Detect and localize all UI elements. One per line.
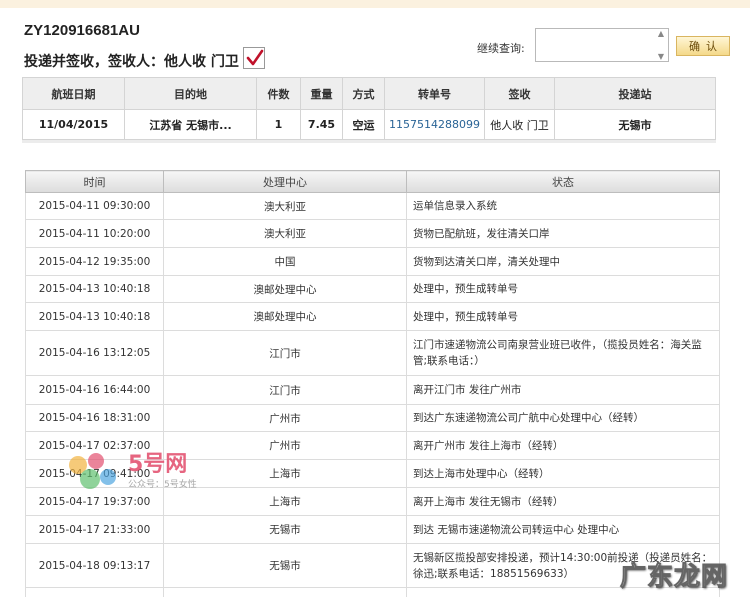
row-center: 澳邮处理中心 bbox=[163, 275, 407, 303]
row-status: 离开广州市 发往上海市（经转） bbox=[406, 431, 720, 460]
column-header: 转单号 bbox=[384, 77, 485, 110]
top-strip bbox=[0, 0, 750, 8]
row-time: 2015-04-11 10:20:00 bbox=[25, 219, 164, 248]
query-label: 继续查询: bbox=[477, 42, 525, 55]
piece-count: 1 bbox=[256, 109, 301, 140]
row-center: 上海市 bbox=[163, 459, 407, 488]
row-status: 离开江门市 发往广州市 bbox=[406, 375, 720, 405]
chevron-up-icon[interactable]: ▲ bbox=[658, 29, 664, 38]
column-header: 方式 bbox=[342, 77, 385, 110]
row-time: 2015-04-16 16:44:00 bbox=[25, 375, 164, 405]
table-row: 2015-04-11 10:20:00 澳大利亚 货物已配航班，发往清关口岸 bbox=[25, 219, 720, 248]
row-center: 无锡市 bbox=[163, 543, 407, 588]
table-row bbox=[25, 587, 720, 597]
trace-table: 时间 处理中心 状态 2015-04-11 09:30:00 澳大利亚 运单信息… bbox=[25, 170, 720, 597]
watermark-gdlong: 广东龙网 bbox=[619, 562, 729, 593]
logo-icon bbox=[62, 449, 124, 493]
row-center: 广州市 bbox=[163, 404, 407, 432]
column-header: 状态 bbox=[406, 170, 720, 193]
column-header: 投递站 bbox=[554, 77, 716, 110]
row-center: 中国 bbox=[163, 247, 407, 276]
row-status: 处理中，预生成转单号 bbox=[406, 275, 720, 303]
flight-date: 11/04/2015 bbox=[22, 109, 125, 140]
watermark-5hao: 5号网 公众号：5号女性 bbox=[62, 449, 197, 493]
row-status: 货物已配航班，发往清关口岸 bbox=[406, 219, 720, 248]
column-header: 目的地 bbox=[124, 77, 257, 110]
divider bbox=[22, 140, 716, 143]
table-row: 2015-04-18 09:13:17 无锡市 无锡新区揽投部安排投递，预计14… bbox=[25, 543, 720, 588]
flight-info-table: 航班日期 目的地 件数 重量 方式 转单号 签收 投递站 11/04/2015 … bbox=[22, 77, 716, 140]
row-status: 运单信息录入系统 bbox=[406, 192, 720, 220]
watermark-subtitle: 公众号：5号女性 bbox=[128, 479, 197, 490]
watermark-text: 5号网 公众号：5号女性 bbox=[128, 451, 197, 490]
table-row: 2015-04-12 19:35:00 中国 货物到达清关口岸，清关处理中 bbox=[25, 247, 720, 276]
chevron-down-icon[interactable]: ▼ bbox=[658, 52, 664, 61]
query-input[interactable] bbox=[535, 28, 669, 62]
shipping-method: 空运 bbox=[342, 109, 385, 140]
row-status: 到达上海市处理中心（经转） bbox=[406, 459, 720, 488]
row-center: 广州市 bbox=[163, 431, 407, 460]
row-center: 江门市 bbox=[163, 375, 407, 405]
row-status: 江门市速递物流公司南泉营业班已收件，（揽投员姓名：海关监管;联系电话：） bbox=[406, 330, 720, 376]
row-time: 2015-04-11 09:30:00 bbox=[25, 192, 164, 220]
row-time: 2015-04-18 09:13:17 bbox=[25, 543, 164, 588]
row-status: 到达广东速递物流公司广航中心处理中心（经转） bbox=[406, 404, 720, 432]
trace-header-row: 时间 处理中心 状态 bbox=[25, 170, 720, 193]
watermark-title: 5号网 bbox=[128, 451, 188, 477]
row-center bbox=[163, 587, 407, 597]
table-row: 2015-04-13 10:40:18 澳邮处理中心 处理中，预生成转单号 bbox=[25, 275, 720, 303]
transfer-number-link[interactable]: 1157514288099 bbox=[384, 109, 485, 140]
row-center: 澳邮处理中心 bbox=[163, 302, 407, 331]
sign-status-text: 投递并签收，签收人：他人收 门卫 bbox=[24, 54, 239, 70]
delivery-station: 无锡市 bbox=[554, 109, 716, 140]
destination: 江苏省 无锡市... bbox=[124, 109, 257, 140]
row-center: 上海市 bbox=[163, 487, 407, 516]
flight-header-row: 航班日期 目的地 件数 重量 方式 转单号 签收 投递站 bbox=[22, 77, 716, 110]
row-time: 2015-04-16 18:31:00 bbox=[25, 404, 164, 432]
row-time: 2015-04-13 10:40:18 bbox=[25, 302, 164, 331]
table-row: 2015-04-11 09:30:00 澳大利亚 运单信息录入系统 bbox=[25, 192, 720, 220]
checkmark-icon bbox=[242, 47, 265, 69]
table-row: 2015-04-16 18:31:00 广州市 到达广东速递物流公司广航中心处理… bbox=[25, 404, 720, 432]
row-time: 2015-04-12 19:35:00 bbox=[25, 247, 164, 276]
column-header: 时间 bbox=[25, 170, 164, 193]
row-center: 江门市 bbox=[163, 330, 407, 376]
row-center: 无锡市 bbox=[163, 515, 407, 544]
row-time bbox=[25, 587, 164, 597]
confirm-button[interactable]: 确认 bbox=[676, 36, 730, 56]
row-time: 2015-04-13 10:40:18 bbox=[25, 275, 164, 303]
tracking-number: ZY120916681AU bbox=[24, 22, 140, 39]
column-header: 件数 bbox=[256, 77, 301, 110]
row-center: 澳大利亚 bbox=[163, 192, 407, 220]
flight-row: 11/04/2015 江苏省 无锡市... 1 7.45 空运 11575142… bbox=[22, 109, 716, 140]
weight: 7.45 bbox=[300, 109, 343, 140]
row-status: 处理中，预生成转单号 bbox=[406, 302, 720, 331]
signer: 他人收 门卫 bbox=[484, 109, 555, 140]
row-status: 到达 无锡市速递物流公司转运中心 处理中心 bbox=[406, 515, 720, 544]
table-row: 2015-04-13 10:40:18 澳邮处理中心 处理中，预生成转单号 bbox=[25, 302, 720, 331]
table-row: 2015-04-16 16:44:00 江门市 离开江门市 发往广州市 bbox=[25, 375, 720, 405]
table-row: 2015-04-17 21:33:00 无锡市 到达 无锡市速递物流公司转运中心… bbox=[25, 515, 720, 544]
query-spinner[interactable]: ▲ ▼ bbox=[655, 29, 667, 61]
column-header: 航班日期 bbox=[22, 77, 125, 110]
column-header: 签收 bbox=[484, 77, 555, 110]
column-header: 重量 bbox=[300, 77, 343, 110]
row-status: 离开上海市 发往无锡市（经转） bbox=[406, 487, 720, 516]
row-time: 2015-04-16 13:12:05 bbox=[25, 330, 164, 376]
sign-status: 投递并签收，签收人：他人收 门卫 bbox=[24, 47, 265, 72]
column-header: 处理中心 bbox=[163, 170, 407, 193]
row-center: 澳大利亚 bbox=[163, 219, 407, 248]
row-time: 2015-04-17 21:33:00 bbox=[25, 515, 164, 544]
row-status: 货物到达清关口岸，清关处理中 bbox=[406, 247, 720, 276]
table-row: 2015-04-16 13:12:05 江门市 江门市速递物流公司南泉营业班已收… bbox=[25, 330, 720, 376]
